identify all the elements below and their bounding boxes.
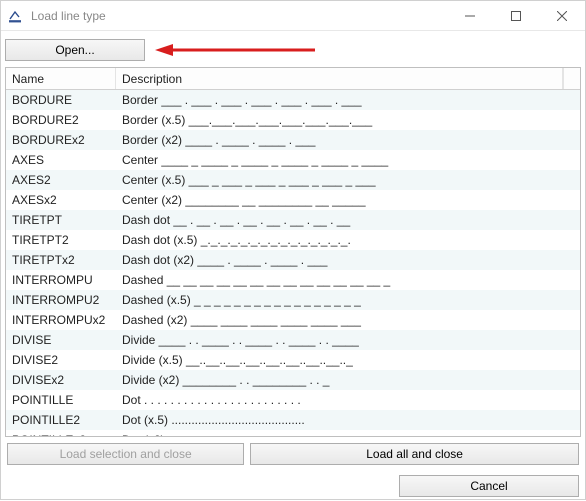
table-row[interactable]: AXES2Center (x.5) ___ _ ___ _ ___ _ ___ … xyxy=(6,170,580,190)
scroll-spacer xyxy=(563,68,580,89)
cancel-button[interactable]: Cancel xyxy=(399,475,579,497)
cell-name: DIVISEx2 xyxy=(6,373,116,387)
cell-description: Divide ____ . . ____ . . ____ . . ____ .… xyxy=(116,333,580,347)
annotation-arrow xyxy=(155,41,315,59)
cell-name: DIVISE xyxy=(6,333,116,347)
table-row[interactable]: INTERROMPU2Dashed (x.5) _ _ _ _ _ _ _ _ … xyxy=(6,290,580,310)
cell-name: POINTILLE2 xyxy=(6,413,116,427)
table-row[interactable]: AXESx2Center (x2) ________ __ ________ _… xyxy=(6,190,580,210)
table-row[interactable]: DIVISEx2Divide (x2) ________ . . _______… xyxy=(6,370,580,390)
open-button[interactable]: Open... xyxy=(5,39,145,61)
table-row[interactable]: DIVISE2Divide (x.5) __..__..__..__..__..… xyxy=(6,350,580,370)
table-row[interactable]: BORDUREx2Border (x2) ____ . ____ . ____ … xyxy=(6,130,580,150)
load-all-button[interactable]: Load all and close xyxy=(250,443,579,465)
toolbar: Open... xyxy=(5,35,581,67)
cell-description: Divide (x.5) __..__..__..__..__..__..__.… xyxy=(116,353,580,367)
cell-description: Divide (x2) ________ . . ________ . . _ xyxy=(116,373,580,387)
table-row[interactable]: AXESCenter ____ _ ____ _ ____ _ ____ _ _… xyxy=(6,150,580,170)
cell-name: BORDURE2 xyxy=(6,113,116,127)
cell-name: POINTILLE xyxy=(6,393,116,407)
cell-name: INTERROMPU2 xyxy=(6,293,116,307)
table-row[interactable]: TIRETPTx2Dash dot (x2) ____ . ____ . ___… xyxy=(6,250,580,270)
cell-description: Dot . . . . . . . . . . . . . . . . . . … xyxy=(116,393,580,407)
minimize-button[interactable] xyxy=(447,1,493,31)
cell-name: TIRETPTx2 xyxy=(6,253,116,267)
bottom-bar: Load selection and close Load all and cl… xyxy=(5,437,581,497)
cell-name: BORDURE xyxy=(6,93,116,107)
table-row[interactable]: TIRETPT2Dash dot (x.5) _._._._._._._._._… xyxy=(6,230,580,250)
column-header-name[interactable]: Name xyxy=(6,68,116,89)
table-row[interactable]: BORDURE2Border (x.5) ___.___.___.___.___… xyxy=(6,110,580,130)
cell-description: Dash dot (x.5) _._._._._._._._._._._._._… xyxy=(116,233,580,247)
cell-name: TIRETPT xyxy=(6,213,116,227)
table-row[interactable]: POINTILLE2Dot (x.5) ....................… xyxy=(6,410,580,430)
cell-name: DIVISE2 xyxy=(6,353,116,367)
titlebar: Load line type xyxy=(1,1,585,31)
app-icon xyxy=(1,2,29,30)
table-row[interactable]: POINTILLEx2Dot (x2) . . . . . . . . . . … xyxy=(6,430,580,436)
cell-name: POINTILLEx2 xyxy=(6,433,116,436)
table-row[interactable]: INTERROMPUx2Dashed (x2) ____ ____ ____ _… xyxy=(6,310,580,330)
cell-name: INTERROMPUx2 xyxy=(6,313,116,327)
cell-description: Center (x.5) ___ _ ___ _ ___ _ ___ _ ___… xyxy=(116,173,580,187)
column-header-description[interactable]: Description xyxy=(116,68,563,89)
cell-description: Dot (x2) . . . . . . . . . . . . . . xyxy=(116,433,580,436)
cell-name: BORDUREx2 xyxy=(6,133,116,147)
cell-description: Dashed (x.5) _ _ _ _ _ _ _ _ _ _ _ _ _ _… xyxy=(116,293,580,307)
cell-description: Border (x2) ____ . ____ . ____ . ___ xyxy=(116,133,580,147)
cell-description: Center ____ _ ____ _ ____ _ ____ _ ____ … xyxy=(116,153,580,167)
window-title: Load line type xyxy=(29,9,447,23)
line-type-table: Name Description BORDUREBorder ___ . ___… xyxy=(5,67,581,437)
cell-name: INTERROMPU xyxy=(6,273,116,287)
table-row[interactable]: INTERROMPUDashed __ __ __ __ __ __ __ __… xyxy=(6,270,580,290)
cell-name: AXES2 xyxy=(6,173,116,187)
load-selection-button: Load selection and close xyxy=(7,443,244,465)
table-row[interactable]: POINTILLEDot . . . . . . . . . . . . . .… xyxy=(6,390,580,410)
cell-description: Dash dot (x2) ____ . ____ . ____ . ___ xyxy=(116,253,580,267)
close-button[interactable] xyxy=(539,1,585,31)
cell-name: AXES xyxy=(6,153,116,167)
table-row[interactable]: BORDUREBorder ___ . ___ . ___ . ___ . __… xyxy=(6,90,580,110)
table-body[interactable]: BORDUREBorder ___ . ___ . ___ . ___ . __… xyxy=(6,90,580,436)
cell-description: Dashed (x2) ____ ____ ____ ____ ____ ___ xyxy=(116,313,580,327)
cell-description: Border ___ . ___ . ___ . ___ . ___ . ___… xyxy=(116,93,580,107)
cell-name: AXESx2 xyxy=(6,193,116,207)
table-header: Name Description xyxy=(6,68,580,90)
table-row[interactable]: DIVISEDivide ____ . . ____ . . ____ . . … xyxy=(6,330,580,350)
maximize-button[interactable] xyxy=(493,1,539,31)
cell-description: Dot (x.5) ..............................… xyxy=(116,413,580,427)
cell-description: Dashed __ __ __ __ __ __ __ __ __ __ __ … xyxy=(116,273,580,287)
cell-description: Border (x.5) ___.___.___.___.___.___.___… xyxy=(116,113,580,127)
cell-name: TIRETPT2 xyxy=(6,233,116,247)
table-row[interactable]: TIRETPTDash dot __ . __ . __ . __ . __ .… xyxy=(6,210,580,230)
cell-description: Center (x2) ________ __ ________ __ ____… xyxy=(116,193,580,207)
cell-description: Dash dot __ . __ . __ . __ . __ . __ . _… xyxy=(116,213,580,227)
